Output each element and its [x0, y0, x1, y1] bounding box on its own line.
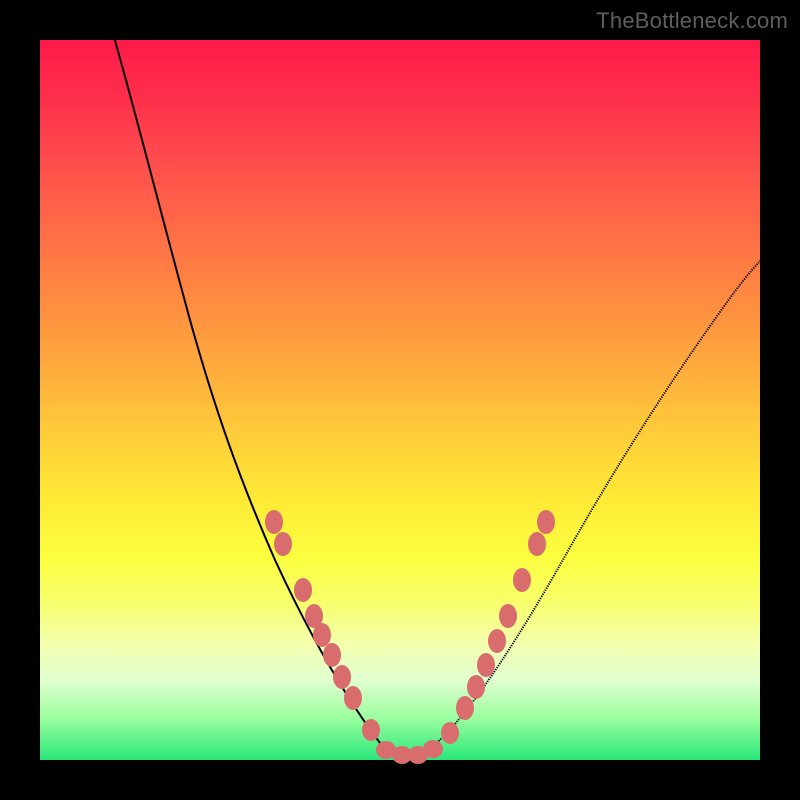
bead-left: [323, 643, 341, 667]
plot-area: [40, 40, 760, 760]
bead-right: [513, 568, 531, 592]
bead-left: [294, 578, 312, 602]
bead-bottom: [423, 740, 443, 758]
bottleneck-curve-right: [405, 257, 764, 758]
chart-overlay-svg: [40, 40, 760, 760]
bottleneck-curve-left: [112, 30, 405, 758]
bead-left: [333, 665, 351, 689]
chart-frame: TheBottleneck.com: [0, 0, 800, 800]
bead-right: [537, 510, 555, 534]
bead-right: [477, 653, 495, 677]
bead-left: [313, 623, 331, 647]
bead-left: [362, 719, 380, 741]
bead-right: [488, 629, 506, 653]
beads-right-group: [441, 510, 555, 744]
beads-left-group: [265, 510, 380, 741]
bead-right: [528, 532, 546, 556]
bead-right: [456, 696, 474, 720]
bead-left: [344, 686, 362, 710]
bead-left: [274, 532, 292, 556]
bead-left: [265, 510, 283, 534]
watermark-text: TheBottleneck.com: [596, 8, 788, 34]
bead-right: [467, 675, 485, 699]
beads-bottom-group: [376, 740, 443, 764]
bead-right: [499, 604, 517, 628]
bead-right: [441, 722, 459, 744]
